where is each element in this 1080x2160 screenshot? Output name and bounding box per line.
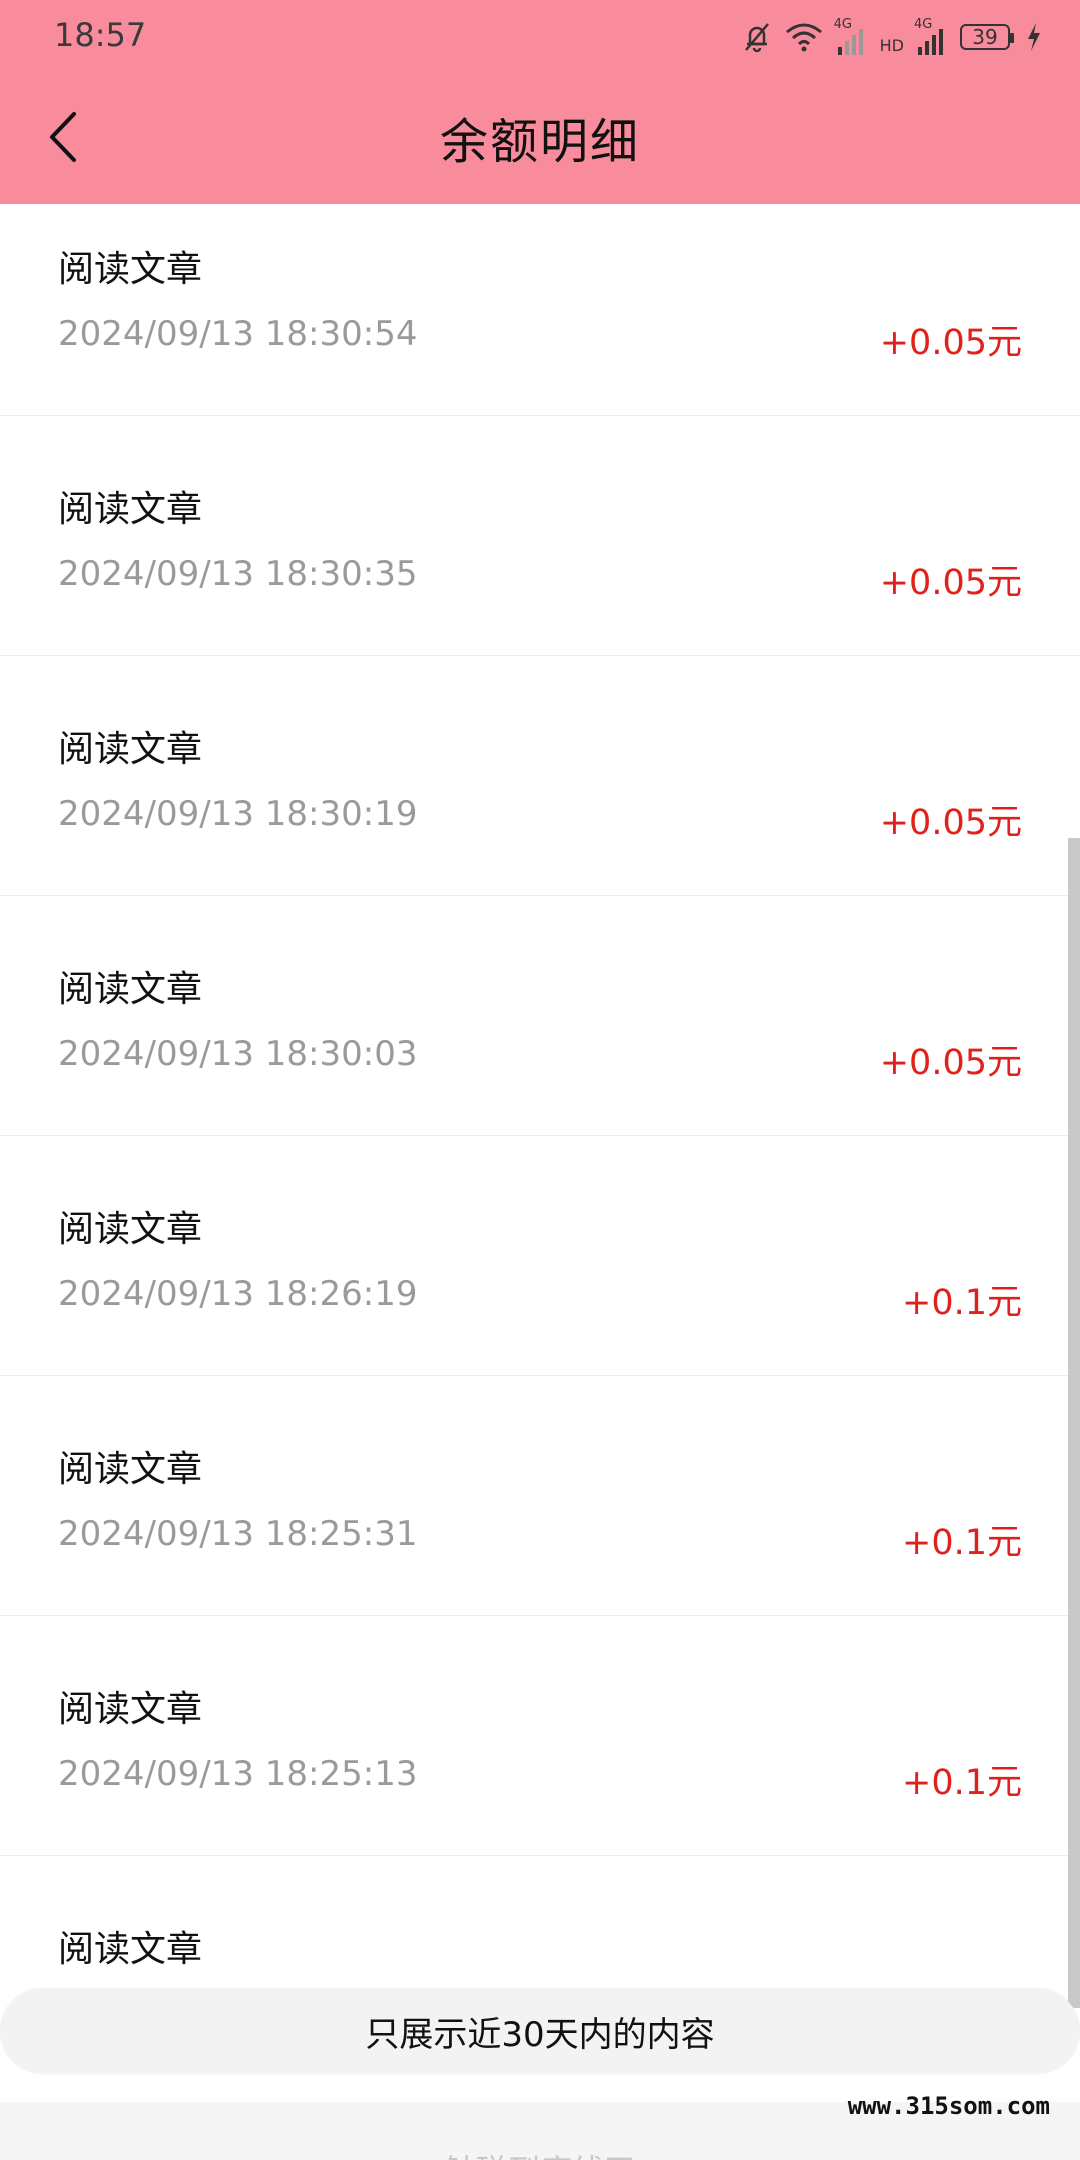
- record-time: 2024/09/13 18:30:03: [58, 1034, 418, 1074]
- list-item[interactable]: 阅读文章 2024/09/13 18:30:03 +0.05元: [0, 896, 1080, 1136]
- record-amount: +0.1元: [902, 1523, 1022, 1563]
- record-amount: +0.05元: [879, 803, 1022, 843]
- record-amount: +0.1元: [902, 1283, 1022, 1323]
- record-amount: +0.1元: [902, 1763, 1022, 1803]
- notice-toast: 只展示近30天内的内容: [0, 1988, 1080, 2074]
- bell-off-icon: [744, 23, 769, 53]
- signal-2: 4G: [914, 17, 950, 57]
- page-title: 余额明细: [439, 114, 640, 170]
- battery-indicator: 39: [960, 24, 1014, 50]
- charging-bolt-icon: [1028, 23, 1040, 51]
- record-label: 阅读文章: [58, 729, 203, 770]
- record-amount: +0.05元: [879, 323, 1022, 363]
- scrollbar[interactable]: [1068, 838, 1080, 2008]
- record-time: 2024/09/13 18:30:54: [58, 314, 418, 354]
- signal-bars-icon: [837, 29, 863, 55]
- status-icons: 4G HD 4G 39: [740, 14, 1042, 60]
- list-item[interactable]: 阅读文章 2024/09/13 18:25:31 +0.1元: [0, 1376, 1080, 1616]
- record-time: 2024/09/13 18:25:13: [58, 1754, 418, 1794]
- record-amount: +0.05元: [879, 1043, 1022, 1083]
- record-label: 阅读文章: [58, 1689, 203, 1730]
- status-time: 18:57: [54, 16, 147, 54]
- balance-record-list: 阅读文章 2024/09/13 18:30:54 +0.05元 阅读文章 202…: [0, 204, 1080, 2096]
- footer-end-text: 触碰到底线了: [0, 2146, 1080, 2160]
- record-time: 2024/09/13 18:26:19: [58, 1274, 418, 1314]
- battery-level: 39: [972, 25, 998, 49]
- list-item[interactable]: 阅读文章 2024/09/13 18:30:54 +0.05元: [0, 204, 1080, 416]
- record-label: 阅读文章: [58, 1929, 203, 1970]
- wifi-icon: [785, 23, 822, 52]
- app-header: 18:57 4G HD 4G 39 余额明细: [0, 0, 1080, 204]
- record-time: 2024/09/13 18:25:31: [58, 1514, 418, 1554]
- list-item[interactable]: 阅读文章 2024/09/13 18:30:19 +0.05元: [0, 656, 1080, 896]
- watermark: www.315som.com: [847, 2092, 1050, 2120]
- record-time: 2024/09/13 18:30:19: [58, 794, 418, 834]
- list-item[interactable]: 阅读文章 2024/09/13 18:26:19 +0.1元: [0, 1136, 1080, 1376]
- hd-label: HD: [879, 35, 904, 55]
- record-label: 阅读文章: [58, 969, 203, 1010]
- list-item[interactable]: 阅读文章 2024/09/13 18:30:35 +0.05元: [0, 416, 1080, 656]
- list-item[interactable]: 阅读文章 2024/09/13 18:25:13 +0.1元: [0, 1616, 1080, 1856]
- record-label: 阅读文章: [58, 489, 203, 530]
- record-amount: +0.05元: [879, 563, 1022, 603]
- record-label: 阅读文章: [58, 1209, 203, 1250]
- record-label: 阅读文章: [58, 1449, 203, 1490]
- record-label: 阅读文章: [58, 249, 203, 290]
- record-time: 2024/09/13 18:30:35: [58, 554, 418, 594]
- signal-1: 4G: [834, 17, 870, 57]
- signal-bars-icon: [918, 29, 943, 55]
